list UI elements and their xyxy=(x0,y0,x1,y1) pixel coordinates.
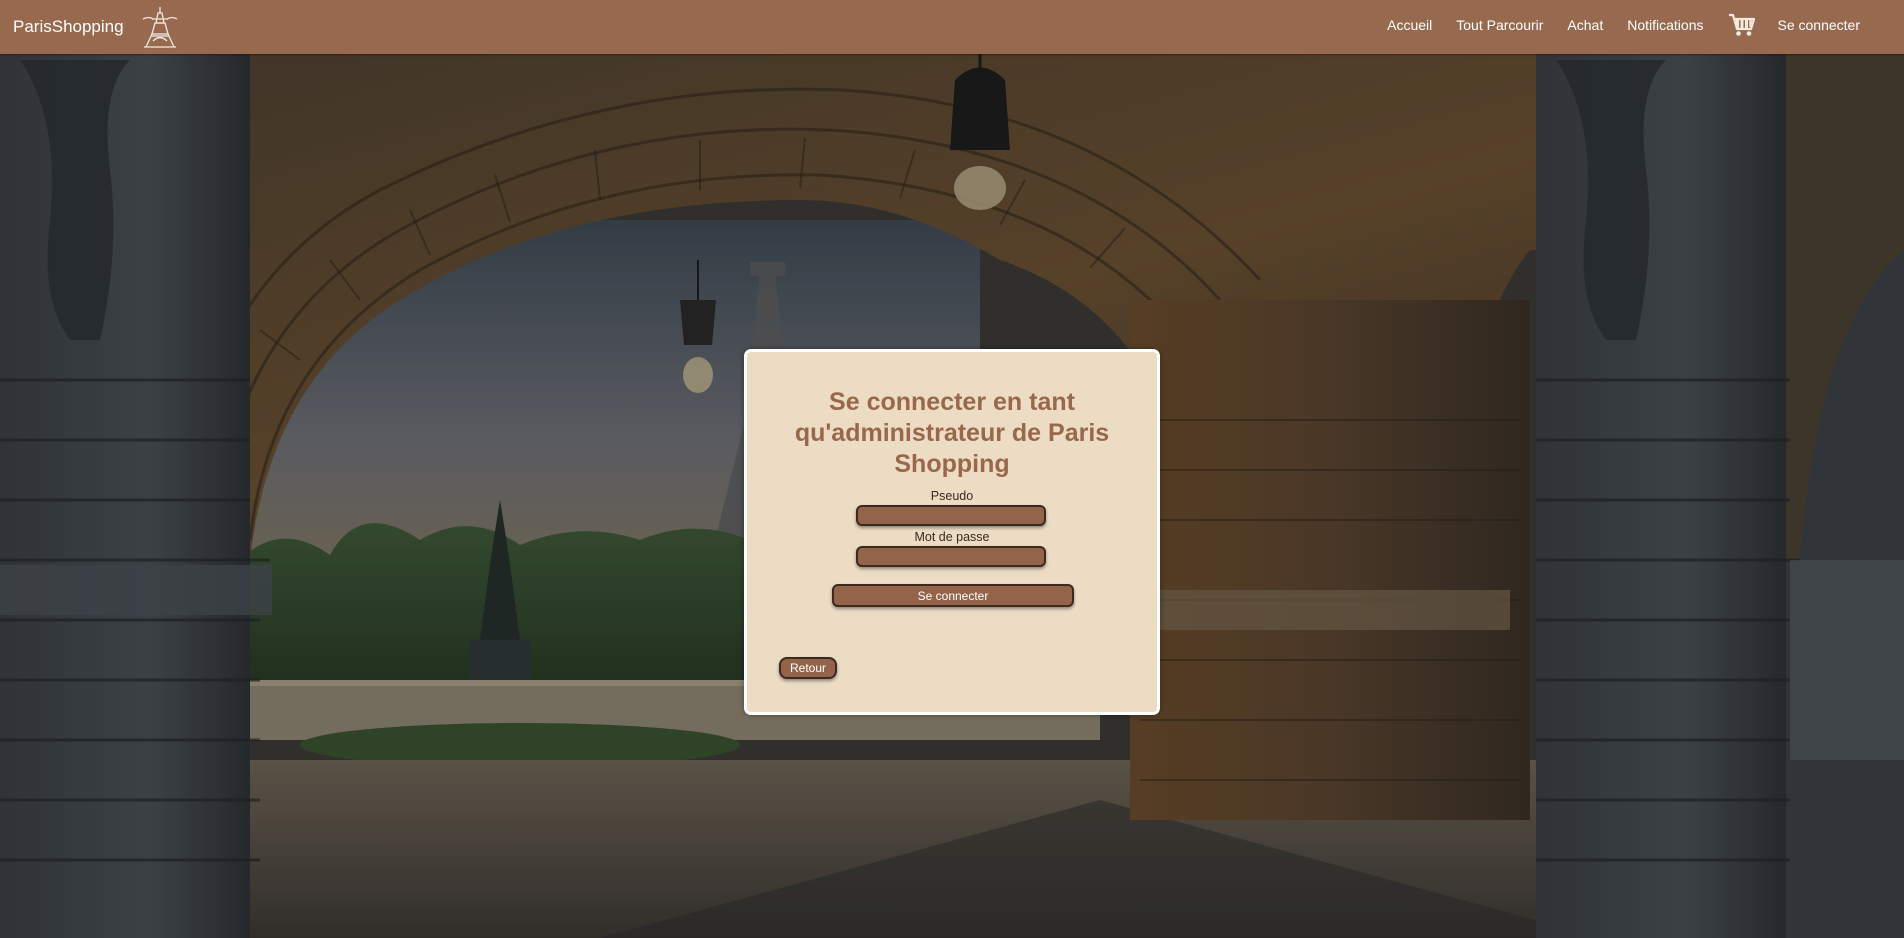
nav-links: Accueil Tout Parcourir Achat Notificatio… xyxy=(1375,0,1872,50)
nav-link-achat[interactable]: Achat xyxy=(1555,17,1615,33)
brand-name[interactable]: ParisShopping xyxy=(13,17,124,37)
nav-link-se-connecter[interactable]: Se connecter xyxy=(1766,17,1873,33)
eiffel-tower-icon[interactable] xyxy=(138,5,182,49)
login-title: Se connecter en tant qu'administrateur d… xyxy=(794,388,1110,478)
pseudo-label: Pseudo xyxy=(930,489,974,503)
retour-button[interactable]: Retour xyxy=(779,657,837,679)
nav-link-notifications[interactable]: Notifications xyxy=(1615,17,1715,33)
nav-link-tout-parcourir[interactable]: Tout Parcourir xyxy=(1444,17,1555,33)
cart-icon[interactable] xyxy=(1728,12,1756,38)
nav-link-accueil[interactable]: Accueil xyxy=(1375,17,1444,33)
password-label: Mot de passe xyxy=(914,530,990,544)
top-navbar: ParisShopping Accueil Tout Parcourir Ach… xyxy=(0,0,1904,54)
password-input[interactable] xyxy=(856,546,1046,567)
se-connecter-button[interactable]: Se connecter xyxy=(832,584,1074,607)
pseudo-input[interactable] xyxy=(856,505,1046,526)
admin-login-card: Se connecter en tant qu'administrateur d… xyxy=(744,349,1160,715)
